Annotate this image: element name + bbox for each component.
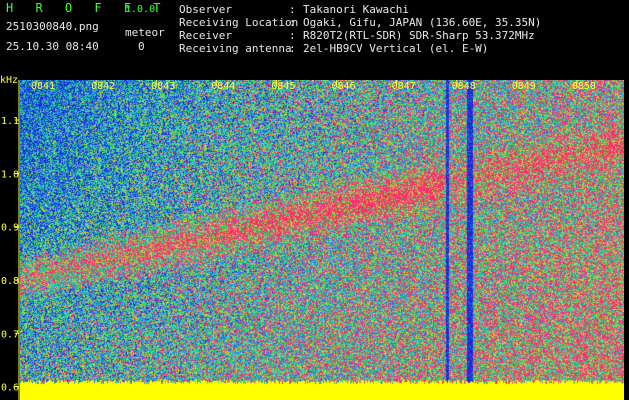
x-tick-label: 0845 (271, 81, 295, 92)
y-tick-label: 0.9 (1, 223, 19, 234)
x-tick-label: 0849 (512, 81, 536, 92)
x-tick-label: 0842 (91, 81, 115, 92)
x-tick-label: 0848 (452, 81, 476, 92)
y-tick-label: 1.1 (1, 116, 19, 127)
x-tick-label: 0843 (151, 81, 175, 92)
x-tick-label: 0846 (331, 81, 355, 92)
y-tick-label: 0.7 (1, 329, 19, 340)
x-tick-label: 0841 (31, 81, 55, 92)
spectrogram-chart: kHz 1.1 1.0 0.9 0.8 0.7 0.6 0841 0842 0843 0844 084… (0, 75, 624, 400)
x-tick-label: 0847 (392, 81, 416, 92)
x-tick-label: 0850 (572, 81, 596, 92)
y-tick-label: 0.6 (1, 383, 19, 394)
y-tick-label: 1.0 (1, 169, 19, 180)
y-tick-label: 0.8 (1, 276, 19, 287)
y-axis-label: kHz (0, 75, 18, 86)
x-tick-label: 0844 (211, 81, 235, 92)
spectrogram-heatmap (20, 80, 624, 400)
